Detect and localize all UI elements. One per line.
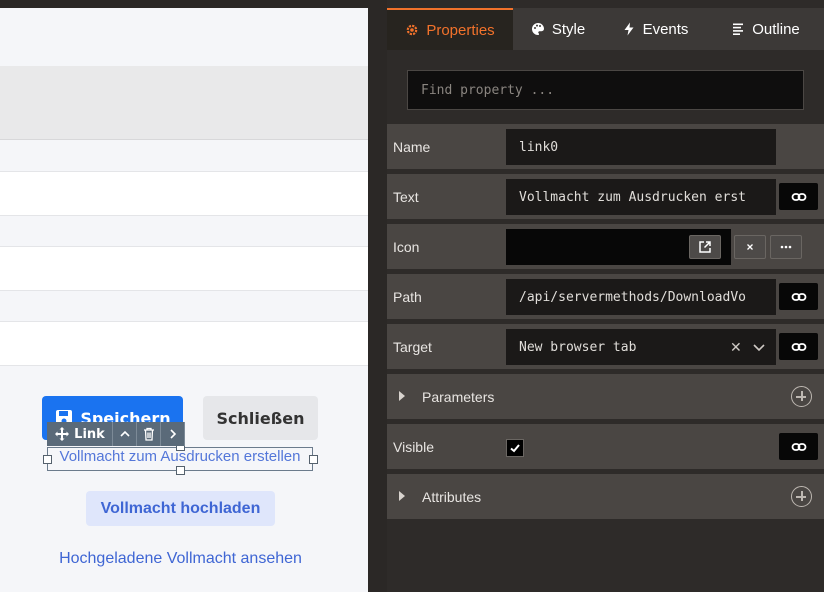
data-binding-button[interactable] xyxy=(779,283,818,310)
tab-events[interactable]: Events xyxy=(603,8,707,50)
resize-handle-bottom[interactable] xyxy=(176,466,185,475)
selection-toolbar: Link xyxy=(47,422,185,446)
target-select-controls: ✕ xyxy=(730,340,766,356)
checkmark-icon xyxy=(510,444,520,453)
expand-triangle-icon[interactable] xyxy=(399,391,405,401)
section-label: Parameters xyxy=(422,388,495,405)
find-property-input[interactable]: Find property ... xyxy=(407,70,804,110)
property-label: Text xyxy=(393,188,419,205)
section-label: Attributes xyxy=(422,488,482,505)
open-icon-picker-button[interactable] xyxy=(689,235,721,259)
component-type-label: Link xyxy=(74,426,105,442)
design-canvas[interactable]: Speichern Schließen Vollmacht zum Ausdru… xyxy=(0,0,368,592)
property-label: Path xyxy=(393,288,422,305)
property-row-visible: Visible xyxy=(387,424,824,469)
form-row[interactable] xyxy=(0,246,368,291)
ellipsis-icon xyxy=(780,245,792,249)
link-icon xyxy=(791,342,806,351)
select-next-button[interactable] xyxy=(161,422,185,446)
close-icon xyxy=(747,244,753,250)
visible-checkbox[interactable] xyxy=(506,439,524,457)
tab-style[interactable]: Style xyxy=(513,8,603,50)
add-attribute-icon[interactable] xyxy=(791,486,812,507)
more-options-button[interactable] xyxy=(770,235,802,259)
grey-band xyxy=(0,66,368,140)
resize-handle-left[interactable] xyxy=(43,455,52,464)
link-icon xyxy=(791,292,806,301)
panel-tabs: Properties Style Events Outline xyxy=(387,8,824,50)
upload-authorization-button[interactable]: Vollmacht hochladen xyxy=(86,491,275,526)
form-row[interactable] xyxy=(0,171,368,216)
tab-label: Properties xyxy=(426,21,495,39)
select-parent-button[interactable] xyxy=(113,422,137,446)
chevron-up-icon xyxy=(119,430,130,437)
property-section-parameters[interactable]: Parameters xyxy=(387,374,824,419)
property-label: Visible xyxy=(393,438,434,455)
property-row-target: Target New browser tab ✕ xyxy=(387,324,824,369)
property-section-attributes[interactable]: Attributes xyxy=(387,474,824,519)
text-input[interactable]: Vollmacht zum Ausdrucken erst xyxy=(506,179,776,215)
name-input[interactable]: link0 xyxy=(506,129,776,165)
tab-properties[interactable]: Properties xyxy=(387,8,513,50)
tab-label: Events xyxy=(642,20,689,38)
property-panel: Properties Style Events Outline Find pro… xyxy=(387,0,824,592)
tab-label: Outline xyxy=(752,20,800,38)
list-icon xyxy=(733,23,744,35)
tab-outline[interactable]: Outline xyxy=(707,8,824,50)
chevron-right-icon xyxy=(169,429,176,439)
trash-icon xyxy=(143,427,154,441)
upload-button-label: Vollmacht hochladen xyxy=(100,499,261,517)
view-uploaded-link[interactable]: Hochgeladene Vollmacht ansehen xyxy=(0,550,361,568)
property-label: Name xyxy=(393,138,431,155)
data-binding-button[interactable] xyxy=(779,333,818,360)
path-input[interactable]: /api/servermethods/DownloadVo xyxy=(506,279,776,315)
expand-triangle-icon[interactable] xyxy=(399,491,405,501)
clear-icon-button[interactable] xyxy=(734,235,766,259)
panel-divider[interactable] xyxy=(368,0,387,592)
link-icon xyxy=(791,192,806,201)
close-button-label: Schließen xyxy=(216,408,305,428)
property-label: Target xyxy=(393,338,432,355)
palette-icon xyxy=(531,22,544,35)
link-icon xyxy=(791,442,806,451)
close-button[interactable]: Schließen xyxy=(203,396,318,440)
property-row-icon: Icon xyxy=(387,224,824,269)
property-row-path: Path /api/servermethods/DownloadVo xyxy=(387,274,824,319)
data-binding-button[interactable] xyxy=(779,183,818,210)
property-label: Icon xyxy=(393,238,420,255)
canvas-top-edge xyxy=(0,0,368,8)
resize-handle-right[interactable] xyxy=(309,455,318,464)
move-icon xyxy=(55,427,70,441)
chevron-down-icon[interactable] xyxy=(752,340,766,354)
property-row-text: Text Vollmacht zum Ausdrucken erst xyxy=(387,174,824,219)
find-property-placeholder: Find property ... xyxy=(421,82,555,98)
gear-icon xyxy=(407,24,418,36)
add-parameter-icon[interactable] xyxy=(791,386,812,407)
property-row-name: Name link0 xyxy=(387,124,824,169)
external-link-icon xyxy=(699,241,711,253)
form-row[interactable] xyxy=(0,321,368,366)
clear-selection-icon[interactable]: ✕ xyxy=(730,340,742,356)
data-binding-button[interactable] xyxy=(779,433,818,460)
move-handle[interactable]: Link xyxy=(47,422,113,446)
delete-button[interactable] xyxy=(137,422,161,446)
bolt-icon xyxy=(624,22,634,36)
tab-label: Style xyxy=(551,20,586,38)
